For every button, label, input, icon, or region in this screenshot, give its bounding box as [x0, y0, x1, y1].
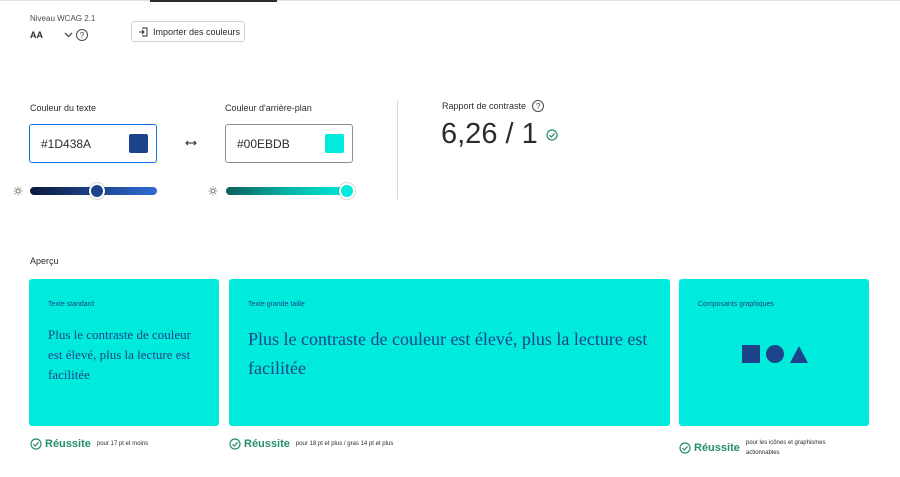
card-title: Texte grande taille [248, 301, 305, 308]
wcag-level-select[interactable]: AA ? [30, 28, 88, 42]
pass-label: Réussite [45, 438, 91, 450]
result-graphic-components: Réussite pour les icônes et graphismes a… [679, 438, 842, 458]
active-tab-indicator [150, 0, 277, 2]
checkmark-circle-icon [546, 128, 558, 141]
checkmark-circle-icon [229, 438, 241, 450]
preview-card-graphic-components: Composants graphiques [679, 279, 869, 426]
pass-note: pour 17 pt et moins [96, 441, 149, 447]
import-colors-button[interactable]: Importer des couleurs [131, 21, 245, 42]
sun-icon [208, 186, 218, 196]
triangle-icon [790, 345, 808, 363]
text-color-swatch[interactable] [129, 134, 148, 153]
help-icon[interactable]: ? [76, 29, 88, 41]
graphic-shapes [742, 345, 808, 363]
square-icon [742, 345, 760, 363]
contrast-ratio-label: Rapport de contraste ? [442, 100, 545, 112]
card-sample-text: Plus le contraste de couleur est élevé, … [248, 329, 648, 378]
result-standard-text: Réussite pour 17 pt et moins [30, 438, 148, 450]
wcag-level-value: AA [30, 30, 43, 40]
background-color-swatch[interactable] [325, 134, 344, 153]
preview-card-large-text: Texte grande taille Plus le contraste de… [229, 279, 670, 426]
text-color-slider-thumb[interactable] [89, 183, 106, 199]
checkmark-circle-icon [30, 438, 42, 450]
section-divider [397, 100, 398, 199]
background-color-value: #00EBDB [237, 136, 290, 151]
text-color-field[interactable]: #1D438A [29, 124, 157, 163]
contrast-ratio-value: 6,26 / 1 [441, 118, 538, 150]
card-title: Composants graphiques [698, 301, 774, 308]
top-rule [0, 0, 900, 1]
card-sample-text: Plus le contraste de couleur est élevé, … [48, 327, 191, 382]
help-icon[interactable]: ? [532, 100, 545, 112]
background-color-label: Couleur d'arrière-plan [225, 103, 312, 113]
pass-label: Réussite [694, 442, 740, 454]
preview-card-standard-text: Texte standard Plus le contraste de coul… [29, 279, 219, 426]
text-color-label: Couleur du texte [30, 103, 97, 113]
sun-icon [13, 186, 23, 196]
wcag-level-label: Niveau WCAG 2.1 [30, 14, 96, 23]
card-title: Texte standard [48, 301, 94, 308]
checkmark-circle-icon [679, 442, 691, 454]
preview-title: Aperçu [30, 256, 59, 266]
background-color-slider[interactable] [226, 187, 352, 195]
swap-icon[interactable] [184, 136, 198, 150]
contrast-ratio: 6,26 / 1 [441, 118, 558, 151]
import-icon [138, 27, 148, 37]
background-color-slider-thumb[interactable] [338, 183, 355, 199]
text-color-value: #1D438A [41, 136, 92, 151]
background-color-field[interactable]: #00EBDB [225, 124, 353, 163]
pass-note: pour 18 pt et plus / gras 14 pt et plus [295, 441, 394, 447]
pass-label: Réussite [244, 438, 290, 450]
contrast-ratio-label-text: Rapport de contraste [442, 101, 527, 111]
pass-note: pour les icônes et graphismes actionnabl… [745, 440, 826, 456]
import-colors-label: Importer des couleurs [153, 26, 241, 37]
chevron-down-icon[interactable] [62, 29, 74, 41]
result-large-text: Réussite pour 18 pt et plus / gras 14 pt… [229, 438, 393, 450]
circle-icon [766, 345, 784, 363]
